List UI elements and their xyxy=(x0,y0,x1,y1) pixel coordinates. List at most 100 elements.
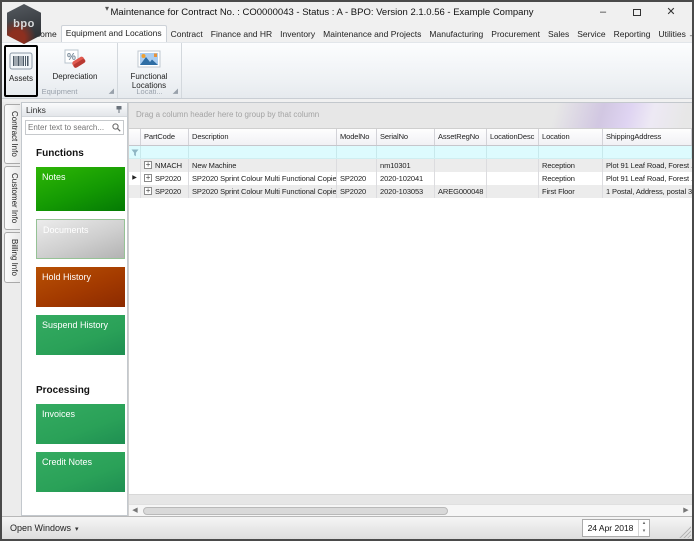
maximize-button[interactable] xyxy=(620,2,654,24)
links-panel-body: Functions Notes Documents Hold History S… xyxy=(22,138,127,492)
tab-manufacturing[interactable]: Manufacturing xyxy=(425,27,487,42)
percent-eraser-icon: % xyxy=(63,48,87,70)
minimize-button[interactable]: – xyxy=(586,2,620,24)
pin-icon[interactable] xyxy=(115,101,123,119)
filter-cell-serialno[interactable] xyxy=(377,146,435,158)
notes-button[interactable]: Notes xyxy=(36,167,125,211)
cell-modelno xyxy=(337,159,377,172)
cell-description: New Machine xyxy=(189,159,337,172)
tab-contract[interactable]: Contract xyxy=(167,27,207,42)
cell-partcode: + NMACH xyxy=(141,159,189,172)
table-row[interactable]: + SP2020 SP2020 Sprint Colour Multi Funct… xyxy=(129,185,692,198)
search-icon[interactable] xyxy=(112,119,121,137)
tab-inventory[interactable]: Inventory xyxy=(276,27,319,42)
mdi-minimize-button[interactable]: – xyxy=(690,30,692,40)
tab-procurement[interactable]: Procurement xyxy=(487,27,544,42)
filter-cell-description[interactable] xyxy=(189,146,337,158)
cell-partcode: + SP2020 xyxy=(141,172,189,185)
functions-heading: Functions xyxy=(36,148,84,159)
spinner-down-icon[interactable]: ▾ xyxy=(639,528,649,536)
column-header-serialno[interactable]: SerialNo xyxy=(377,129,435,145)
cell-shippingaddress: 1 Postal, Address, postal 3... xyxy=(606,187,692,196)
documents-button[interactable]: Documents xyxy=(36,219,125,259)
side-tab-billing-info[interactable]: Billing Info xyxy=(4,232,20,283)
cell-assetregno xyxy=(435,159,487,172)
column-header-assetregno[interactable]: AssetRegNo xyxy=(435,129,487,145)
expand-row-icon[interactable]: + xyxy=(144,174,152,182)
links-panel: Links Functions Notes Documents Hold His… xyxy=(21,102,128,516)
cell-serialno: nm10301 xyxy=(377,159,435,172)
open-windows-button[interactable]: Open Windows ▾ xyxy=(10,517,79,539)
group-caption-equipment: Equipment xyxy=(41,87,78,96)
ribbon-group-equipment: Assets % Depreciation Equipment ◢ xyxy=(2,43,118,98)
search-box xyxy=(25,120,124,135)
column-header-partcode[interactable]: PartCode xyxy=(141,129,189,145)
filter-cell-partcode[interactable] xyxy=(141,146,189,158)
side-tab-contract-info[interactable]: Contract Info xyxy=(4,104,20,164)
cell-modelno: SP2020 xyxy=(337,185,377,198)
row-indicator xyxy=(129,185,141,198)
assets-label: Assets xyxy=(8,74,33,83)
group-by-hint: Drag a column header here to group by th… xyxy=(136,110,320,119)
search-input[interactable] xyxy=(28,123,112,132)
scrollbar-thumb[interactable] xyxy=(143,507,448,515)
side-tab-strip: Contract Info Customer Info Billing Info xyxy=(2,102,21,516)
window-title: Maintenance for Contract No. : CO0000043… xyxy=(110,7,534,18)
date-spinner: ▴ ▾ xyxy=(638,520,649,536)
spinner-up-icon[interactable]: ▴ xyxy=(639,520,649,528)
dialog-launcher-icon[interactable]: ◢ xyxy=(109,86,114,97)
row-indicator xyxy=(129,159,141,172)
tab-maintenance-and-projects[interactable]: Maintenance and Projects xyxy=(319,27,425,42)
group-by-bar[interactable]: Drag a column header here to group by th… xyxy=(129,103,692,129)
cell-modelno: SP2020 xyxy=(337,172,377,185)
horizontal-scrollbar[interactable]: ◀ ▶ xyxy=(129,504,692,516)
column-header-shippingaddress[interactable]: ShippingAddress xyxy=(603,129,692,145)
ribbon-group-locations: Functional Locations Locati... ◢ xyxy=(118,43,182,98)
row-indicator-header xyxy=(129,129,141,145)
filter-cell-shippingaddress[interactable] xyxy=(603,146,692,158)
column-header-location[interactable]: Location xyxy=(539,129,603,145)
bpo-logo-text: bpo xyxy=(13,18,35,30)
expand-row-icon[interactable]: + xyxy=(144,161,152,169)
table-row[interactable]: + NMACH New Machine nm10301 Reception Plo… xyxy=(129,159,692,172)
title-bar: bpo ▾ Maintenance for Contract No. : CO0… xyxy=(2,2,692,44)
suspend-history-button[interactable]: Suspend History xyxy=(36,315,125,355)
cell-shippingaddress: Plot 91 Leaf Road, Forest ... xyxy=(606,174,692,183)
column-header-modelno[interactable]: ModelNo xyxy=(337,129,377,145)
credit-notes-button[interactable]: Credit Notes xyxy=(36,452,125,492)
cell-location: Reception xyxy=(539,172,603,185)
barcode-icon xyxy=(9,50,33,72)
window-controls: – ✕ xyxy=(586,2,688,24)
side-tab-customer-info[interactable]: Customer Info xyxy=(4,165,20,231)
cell-locationdesc xyxy=(487,159,539,172)
cell-location: Reception xyxy=(539,159,603,172)
close-button[interactable]: ✕ xyxy=(654,2,688,24)
tab-finance-and-hr[interactable]: Finance and HR xyxy=(207,27,276,42)
tab-equipment-and-locations[interactable]: Equipment and Locations xyxy=(60,25,167,42)
expand-row-icon[interactable]: + xyxy=(144,187,152,195)
filter-cell-locationdesc[interactable] xyxy=(487,146,539,158)
filter-cell-assetregno[interactable] xyxy=(435,146,487,158)
column-header-locationdesc[interactable]: LocationDesc xyxy=(487,129,539,145)
invoices-button[interactable]: Invoices xyxy=(36,404,125,444)
tab-service[interactable]: Service xyxy=(573,27,609,42)
app-window: bpo ▾ Maintenance for Contract No. : CO0… xyxy=(0,0,694,541)
hold-history-button[interactable]: Hold History xyxy=(36,267,125,307)
date-picker[interactable]: 24 Apr 2018 ▴ ▾ xyxy=(582,519,650,537)
column-header-description[interactable]: Description xyxy=(189,129,337,145)
tab-sales[interactable]: Sales xyxy=(544,27,573,42)
links-panel-header: Links xyxy=(22,103,127,117)
dialog-launcher-icon[interactable]: ◢ xyxy=(173,86,178,97)
cell-shippingaddress: Plot 91 Leaf Road, Forest ... xyxy=(606,161,692,170)
tab-reporting[interactable]: Reporting xyxy=(610,27,655,42)
cell-description: SP2020 Sprint Colour Multi Functional Co… xyxy=(189,185,337,198)
filter-cell-modelno[interactable] xyxy=(337,146,377,158)
maximize-icon xyxy=(633,9,641,16)
table-row-selected[interactable]: ▶ + SP2020 SP2020 Sprint Colour Multi Fun… xyxy=(129,172,692,185)
decorative-swoosh xyxy=(502,103,692,128)
filter-cell-location[interactable] xyxy=(539,146,603,158)
grid-header-row: PartCode Description ModelNo SerialNo As… xyxy=(129,129,692,146)
resize-grip[interactable] xyxy=(678,525,691,538)
tab-utilities[interactable]: Utilities xyxy=(654,27,689,42)
ribbon-tab-row: Home Equipment and Locations Contract Fi… xyxy=(2,24,692,42)
